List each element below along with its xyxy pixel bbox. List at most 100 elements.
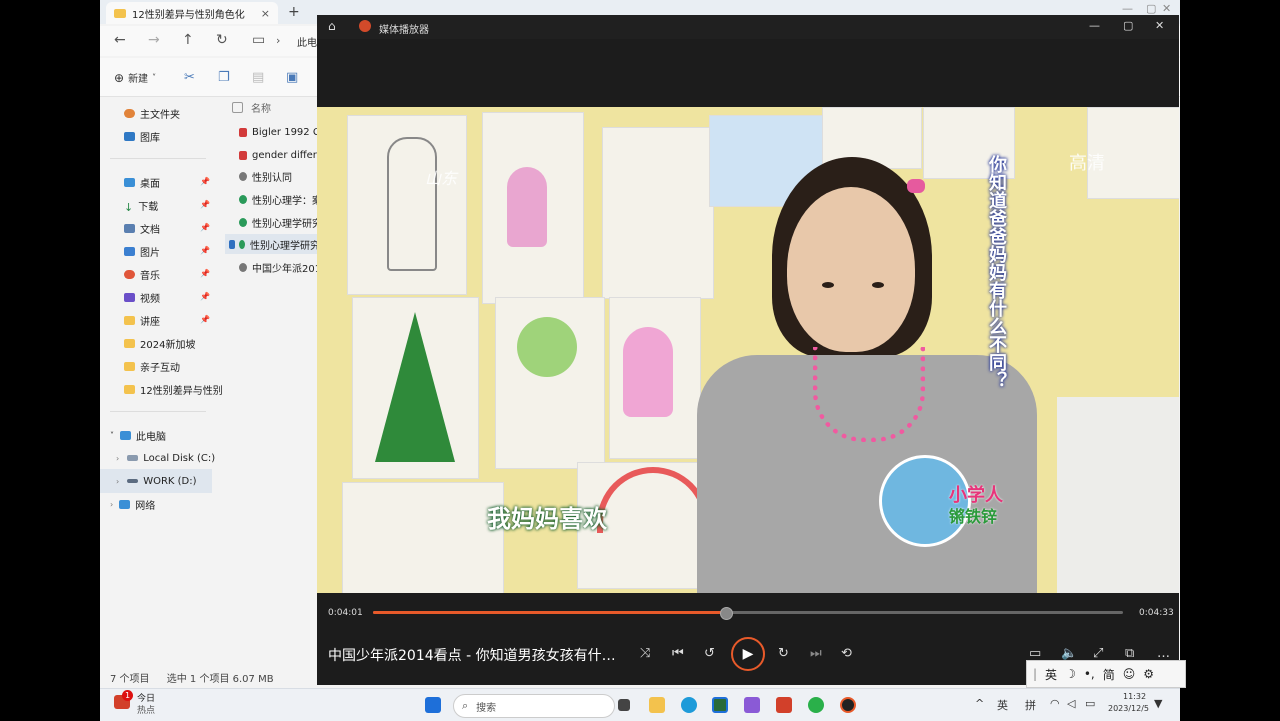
file-row[interactable]: 性别认同	[239, 166, 292, 186]
ime-toolbar[interactable]: | 英 ☽ •, 简 ☺ ⚙	[1026, 660, 1186, 688]
app-icon[interactable]	[712, 697, 728, 713]
clock-time[interactable]: 11:32	[1123, 692, 1146, 701]
fullscreen-icon[interactable]: ⤢	[1093, 646, 1103, 661]
emoji-icon[interactable]: ☺	[1123, 667, 1136, 681]
forward-icon[interactable]: →	[148, 32, 160, 48]
breadcrumb[interactable]: 此电	[297, 34, 317, 49]
volume-icon[interactable]: ◁	[1067, 697, 1075, 710]
nav-network[interactable]: › 网络	[110, 494, 155, 514]
mini-player-icon[interactable]: ⧉	[1125, 646, 1134, 661]
taskbar-search[interactable]: ⌕ 搜索	[453, 694, 615, 718]
nav-gallery[interactable]: 图库	[124, 126, 160, 146]
wifi-icon[interactable]: ◠	[1050, 697, 1060, 710]
news-line2[interactable]: 热点	[137, 703, 155, 716]
ime-pinyin-indicator[interactable]: 拼	[1025, 697, 1036, 713]
close-window-icon[interactable]: ✕	[1162, 2, 1171, 15]
ime-language[interactable]: 英	[1045, 666, 1057, 683]
maximize-icon[interactable]: ▢	[1146, 2, 1156, 15]
checkbox-checked-icon[interactable]	[229, 239, 236, 249]
next-icon[interactable]: ⏭	[810, 646, 822, 661]
pin-icon[interactable]: 📌	[200, 315, 210, 324]
seek-bar-thumb[interactable]	[719, 607, 733, 620]
file-explorer-icon[interactable]	[649, 697, 665, 713]
task-view-icon[interactable]	[618, 699, 630, 711]
minimize-icon[interactable]: —	[1089, 19, 1100, 32]
volume-icon[interactable]: 🔈	[1061, 646, 1077, 661]
seek-bar[interactable]	[373, 607, 1123, 620]
chevron-up-icon[interactable]: ^	[975, 697, 984, 710]
file-row[interactable]: 中国少年派2014	[239, 257, 327, 277]
home-icon[interactable]: ⌂	[328, 19, 336, 33]
maximize-icon[interactable]: ▢	[1123, 19, 1133, 32]
battery-icon[interactable]: ▭	[1085, 697, 1095, 710]
file-row[interactable]: gender differen	[239, 145, 329, 165]
play-button[interactable]: ▶	[731, 637, 765, 671]
back-icon[interactable]: ←	[114, 32, 126, 48]
pdf-icon	[239, 127, 247, 137]
nav-home[interactable]: 主文件夹	[124, 103, 180, 123]
video-frame[interactable]: 山东 高清 你知道爸爸妈妈有什么不同？ 我妈妈喜欢 小学人 锵铁锌	[317, 107, 1179, 593]
chevron-right-icon: ›	[110, 499, 114, 509]
pin-icon[interactable]: 📌	[200, 200, 210, 209]
shuffle-icon[interactable]: ⤨	[640, 646, 650, 661]
media-app-icon[interactable]	[808, 697, 824, 713]
file-row[interactable]: Bigler 1992 Co	[239, 122, 326, 142]
punctuation-icon[interactable]: •,	[1084, 667, 1095, 681]
pin-icon[interactable]: 📌	[200, 177, 210, 186]
clock-date[interactable]: 2023/12/5	[1108, 704, 1149, 713]
edge-browser-icon[interactable]	[681, 697, 697, 713]
nav-2024[interactable]: 2024新加坡	[124, 333, 195, 353]
new-tab-button[interactable]: +	[288, 4, 300, 20]
explorer-tab[interactable]: 12性别差异与性别角色化 ×	[106, 2, 278, 24]
previous-icon[interactable]: ⏮	[672, 646, 684, 661]
pin-icon[interactable]: 📌	[200, 269, 210, 278]
ime-simplified[interactable]: 简	[1103, 666, 1115, 683]
nav-this-pc[interactable]: ˅ 此电脑	[110, 425, 166, 445]
paste-icon[interactable]: ▤	[252, 70, 264, 85]
copy-icon[interactable]: ❐	[218, 70, 230, 85]
monitor-icon[interactable]: ▭	[252, 32, 265, 48]
repeat-off-icon[interactable]: ⟲	[841, 646, 852, 661]
forward-skip-icon[interactable]: ↻	[778, 646, 789, 661]
refresh-icon[interactable]: ↻	[216, 32, 228, 48]
file-row-selected[interactable]: 性别心理学研究	[225, 234, 320, 254]
subtitles-icon[interactable]: ▭	[1029, 646, 1041, 661]
rename-icon[interactable]: ▣	[286, 70, 298, 85]
settings-icon[interactable]: ⚙	[1143, 667, 1154, 681]
nav-documents[interactable]: 文档	[124, 218, 160, 238]
close-tab-icon[interactable]: ×	[261, 7, 270, 20]
nav-12[interactable]: 12性别差异与性别	[124, 379, 223, 399]
more-options-icon[interactable]: …	[1157, 646, 1170, 661]
nav-desktop[interactable]: 桌面	[124, 172, 160, 192]
up-icon[interactable]: ↑	[182, 32, 194, 48]
nav-videos[interactable]: 视频	[124, 287, 160, 307]
minimize-icon[interactable]: —	[1122, 2, 1133, 15]
pin-icon[interactable]: 📌	[200, 292, 210, 301]
new-button[interactable]: ⊕ 新建 ˅	[114, 70, 156, 86]
close-window-icon[interactable]: ✕	[1155, 19, 1164, 32]
nav-lectures[interactable]: 讲座	[124, 310, 160, 330]
nav-music[interactable]: 音乐	[124, 264, 160, 284]
file-row[interactable]: 性别心理学研究	[239, 212, 322, 232]
cut-icon[interactable]: ✂	[184, 70, 195, 85]
powerpoint-icon[interactable]	[776, 697, 792, 713]
rewind-icon[interactable]: ↺	[704, 646, 715, 661]
picture-icon	[124, 246, 135, 256]
pin-icon[interactable]: 📌	[200, 246, 210, 255]
nav-work[interactable]: › WORK (D:)	[100, 469, 212, 493]
nav-local-disk[interactable]: › Local Disk (C:)	[116, 448, 215, 468]
drag-handle-icon[interactable]: |	[1033, 667, 1037, 681]
ime-en-indicator[interactable]: 英	[997, 697, 1008, 713]
nav-parent[interactable]: 亲子互动	[124, 356, 180, 376]
pin-icon[interactable]: 📌	[200, 223, 210, 232]
nav-downloads[interactable]: ↓ 下载	[124, 195, 158, 215]
select-all-checkbox[interactable]	[232, 101, 243, 113]
media-player-icon[interactable]	[840, 697, 856, 713]
nav-pictures[interactable]: 图片	[124, 241, 160, 261]
notification-bell-icon[interactable]: ▼	[1154, 697, 1162, 710]
column-header-name[interactable]: 名称	[232, 97, 271, 117]
windows-start-icon[interactable]	[425, 697, 441, 713]
copilot-icon[interactable]	[744, 697, 760, 713]
moon-icon[interactable]: ☽	[1065, 667, 1076, 681]
file-row[interactable]: 性别心理学：案	[239, 189, 322, 209]
